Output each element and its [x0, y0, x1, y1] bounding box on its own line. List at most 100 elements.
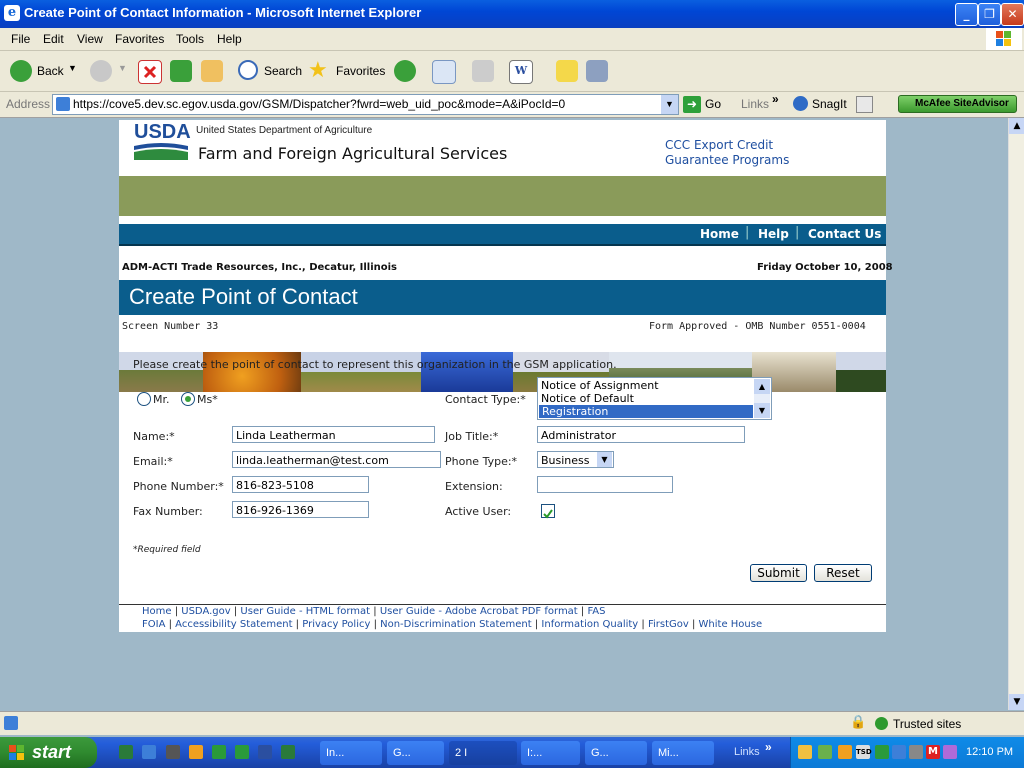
- tray-icon[interactable]: [943, 745, 957, 759]
- tray-mail-icon[interactable]: [798, 745, 812, 759]
- taskbar-item[interactable]: G...: [387, 741, 444, 765]
- snagit-capture-icon[interactable]: [856, 96, 873, 113]
- contact-type-option[interactable]: Notice of Default: [541, 392, 634, 405]
- maximize-button[interactable]: ❐: [978, 3, 1001, 26]
- back-button[interactable]: Back: [37, 64, 64, 78]
- menu-help[interactable]: Help: [217, 32, 242, 46]
- refresh-icon[interactable]: [170, 60, 192, 82]
- phone-type-select[interactable]: Business ▼: [537, 451, 614, 468]
- snagit-button[interactable]: SnagIt: [812, 97, 847, 111]
- phone-input[interactable]: 816-823-5108: [232, 476, 369, 493]
- tray-icon[interactable]: [838, 745, 852, 759]
- minimize-button[interactable]: _: [955, 3, 978, 26]
- menu-file[interactable]: File: [11, 32, 30, 46]
- quicklaunch-icon[interactable]: [166, 745, 180, 759]
- quicklaunch-icon[interactable]: [212, 745, 226, 759]
- footer-link-non-discrimination[interactable]: Non-Discrimination Statement: [380, 619, 532, 630]
- search-icon[interactable]: [238, 60, 258, 80]
- tray-icon[interactable]: [875, 745, 889, 759]
- close-button[interactable]: ✕: [1001, 3, 1024, 26]
- menu-view[interactable]: View: [77, 32, 103, 46]
- radio-ms[interactable]: [181, 392, 195, 406]
- footer-link-home[interactable]: Home: [142, 606, 172, 617]
- phone-type-dropdown-icon[interactable]: ▼: [597, 452, 612, 467]
- job-title-input[interactable]: Administrator: [537, 426, 745, 443]
- extension-input[interactable]: [537, 476, 673, 493]
- submit-button[interactable]: Submit: [750, 564, 807, 582]
- quicklaunch-icon[interactable]: [281, 745, 295, 759]
- links-chevron-icon[interactable]: »: [772, 92, 779, 106]
- reset-button[interactable]: Reset: [814, 564, 872, 582]
- footer-link-accessibility[interactable]: Accessibility Statement: [175, 619, 292, 630]
- taskbar-item[interactable]: Mi...: [652, 741, 714, 765]
- listbox-scroll-down-icon[interactable]: ▼: [754, 403, 770, 418]
- taskbar-links[interactable]: Links: [734, 746, 760, 758]
- forward-arrow-icon[interactable]: [90, 60, 112, 82]
- print-icon[interactable]: [472, 60, 494, 82]
- quicklaunch-icon[interactable]: [235, 745, 249, 759]
- footer-link-white-house[interactable]: White House: [699, 619, 763, 630]
- taskbar-links-chevron-icon[interactable]: »: [765, 740, 772, 754]
- listbox-scroll-up-icon[interactable]: ▲: [754, 379, 770, 394]
- tray-mcafee-icon[interactable]: M: [926, 745, 940, 759]
- history-icon[interactable]: [394, 60, 416, 82]
- go-button[interactable]: Go: [705, 97, 721, 111]
- taskbar-item[interactable]: G...: [585, 741, 647, 765]
- back-arrow-icon[interactable]: [10, 60, 32, 82]
- radio-mr[interactable]: [137, 392, 151, 406]
- footer-link-foia[interactable]: FOIA: [142, 619, 165, 630]
- footer-link-privacy[interactable]: Privacy Policy: [302, 619, 370, 630]
- stop-icon[interactable]: [138, 60, 162, 84]
- contact-type-option-selected[interactable]: Registration: [539, 405, 753, 418]
- go-arrow-icon[interactable]: ➜: [683, 96, 701, 113]
- messenger-icon[interactable]: [586, 60, 608, 82]
- taskbar-item[interactable]: I:...: [521, 741, 580, 765]
- menu-tools[interactable]: Tools: [176, 32, 204, 46]
- menu-edit[interactable]: Edit: [43, 32, 64, 46]
- quicklaunch-icon[interactable]: [119, 745, 133, 759]
- active-user-checkbox[interactable]: [541, 504, 555, 519]
- listbox-scrollbar[interactable]: ▲ ▼: [754, 379, 770, 418]
- fax-input[interactable]: 816-926-1369: [232, 501, 369, 518]
- menu-favorites[interactable]: Favorites: [115, 32, 164, 46]
- notes-icon[interactable]: [556, 60, 578, 82]
- home-icon[interactable]: [201, 60, 223, 82]
- tray-icon[interactable]: [892, 745, 906, 759]
- favorites-button[interactable]: Favorites: [336, 64, 385, 78]
- footer-link-user-guide-html[interactable]: User Guide - HTML format: [240, 606, 370, 617]
- footer-link-user-guide-pdf[interactable]: User Guide - Adobe Acrobat PDF format: [380, 606, 578, 617]
- name-input[interactable]: Linda Leatherman: [232, 426, 435, 443]
- nav-home[interactable]: Home: [700, 227, 739, 241]
- quicklaunch-icon[interactable]: [189, 745, 203, 759]
- footer-link-fas[interactable]: FAS: [587, 606, 605, 617]
- scroll-up-icon[interactable]: ▲: [1009, 118, 1024, 134]
- tray-icon[interactable]: [818, 745, 832, 759]
- snagit-icon[interactable]: [793, 96, 808, 111]
- scroll-down-icon[interactable]: ▼: [1009, 694, 1024, 710]
- forward-dropdown-icon[interactable]: ▼: [118, 63, 127, 73]
- start-button[interactable]: start: [0, 737, 97, 768]
- favorites-star-icon[interactable]: ★: [308, 58, 328, 82]
- siteadvisor-button[interactable]: McAfee SiteAdvisor: [898, 95, 1017, 113]
- quicklaunch-ie-icon[interactable]: [142, 745, 156, 759]
- footer-link-firstgov[interactable]: FirstGov: [648, 619, 689, 630]
- tray-icon[interactable]: [909, 745, 923, 759]
- address-input[interactable]: https://cove5.dev.sc.egov.usda.gov/GSM/D…: [52, 94, 679, 115]
- email-input[interactable]: linda.leatherman@test.com: [232, 451, 441, 468]
- contact-type-listbox[interactable]: Notice of Assignment Notice of Default R…: [537, 377, 772, 420]
- back-dropdown-icon[interactable]: ▼: [68, 63, 77, 73]
- footer-link-usda[interactable]: USDA.gov: [181, 606, 230, 617]
- word-icon[interactable]: W: [509, 60, 533, 84]
- search-button[interactable]: Search: [264, 64, 302, 78]
- taskbar-item[interactable]: In...: [320, 741, 382, 765]
- address-dropdown-icon[interactable]: ▼: [661, 95, 678, 114]
- mail-icon[interactable]: [432, 60, 456, 84]
- taskbar-item-active[interactable]: 2 I: [449, 741, 517, 765]
- contact-type-option[interactable]: Notice of Assignment: [541, 379, 659, 392]
- tray-tsd-icon[interactable]: TSD: [856, 745, 872, 759]
- vertical-scrollbar[interactable]: ▲ ▼: [1008, 118, 1024, 710]
- links-label[interactable]: Links: [741, 97, 769, 111]
- quicklaunch-word-icon[interactable]: [258, 745, 272, 759]
- nav-contact-us[interactable]: Contact Us: [808, 227, 881, 241]
- footer-link-information-quality[interactable]: Information Quality: [541, 619, 638, 630]
